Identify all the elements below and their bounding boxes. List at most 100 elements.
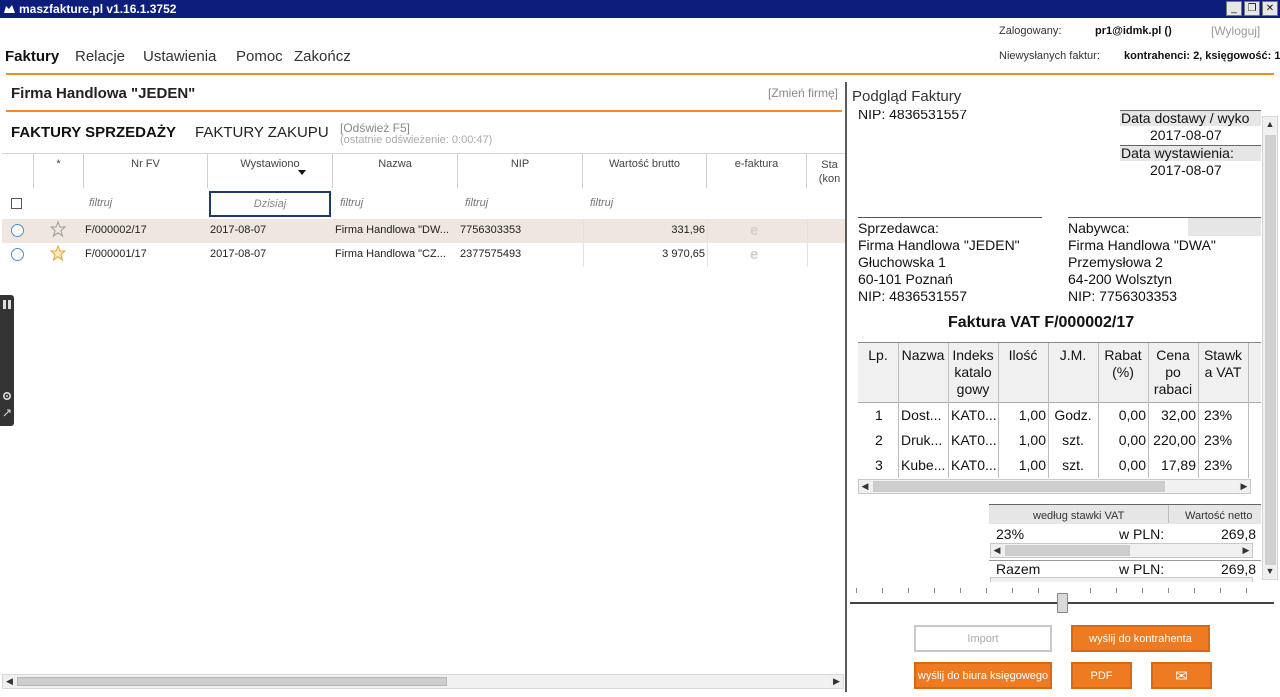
buyer-city: 64-200 Wolsztyn [1068,271,1173,287]
column-divider [1098,343,1099,404]
refresh-link[interactable]: [Odśwież F5] [340,121,410,135]
menu-zakoncz[interactable]: Zakończ [294,48,351,65]
filter-nip[interactable] [465,197,575,209]
items-header-index: Indeks katalo gowy [952,347,994,397]
items-horizontal-scrollbar[interactable]: ◀ ▶ [858,479,1251,494]
send-to-accounting-office-button[interactable]: wyślij do biura księgowego [914,662,1052,689]
slider-tick [1168,588,1169,593]
table-row[interactable]: F/000002/17 2017-08-07 Firma Handlowa "D… [2,219,846,243]
items-header-unit: J.M. [1059,347,1087,363]
table-row[interactable]: F/000001/17 2017-08-07 Firma Handlowa "C… [2,243,846,267]
buyer-header-shade [1188,218,1261,236]
window-title-bar: maszfakture.pl v1.16.1.3752 _ ❐ ✕ [0,0,1280,18]
grid-horizontal-scrollbar[interactable]: ◀ ▶ [2,674,844,689]
scroll-up-arrow-icon[interactable]: ▲ [1264,118,1276,131]
column-header-gross-value[interactable]: Wartość brutto [583,154,707,188]
logout-link[interactable]: [Wyloguj] [1211,24,1260,38]
total-horizontal-scrollbar[interactable] [990,577,1253,582]
change-company-link[interactable]: [Zmień firmę] [768,86,838,100]
item-index: KAT0... [951,432,997,448]
issue-date-value: 2017-08-07 [1150,162,1222,178]
summary-horizontal-scrollbar[interactable]: ◀ ▶ [990,543,1253,558]
scrollbar-thumb[interactable] [17,677,447,686]
column-header-e-invoice[interactable]: e-faktura [707,154,807,188]
scroll-left-arrow-icon[interactable]: ◀ [859,480,871,493]
delivery-date-label: Data dostawy / wyko [1121,110,1250,126]
preview-vertical-scrollbar[interactable]: ▲ ▼ [1262,116,1278,580]
filter-name[interactable] [340,197,450,209]
seller-label: Sprzedawca: [858,220,939,236]
items-header-discount: Rabat (%) [1104,347,1142,380]
scroll-right-arrow-icon[interactable]: ▶ [1238,480,1250,493]
items-header-vat: Stawk a VAT [1203,347,1243,380]
minimize-button[interactable]: _ [1226,1,1242,16]
column-header-nip[interactable]: NIP [458,154,583,188]
menu-faktury[interactable]: Faktury [5,48,59,65]
menu-pomoc[interactable]: Pomoc [236,48,283,65]
maximize-button[interactable]: ❐ [1244,1,1260,16]
company-divider [6,110,842,112]
menu-relacje[interactable]: Relacje [75,48,125,65]
tab-purchase-invoices[interactable]: FAKTURY ZAKUPU [195,124,329,141]
send-to-contractor-button[interactable]: wyślij do kontrahenta [1071,625,1210,652]
pane-splitter[interactable] [845,82,847,692]
summary-vat-rate: 23% [996,526,1025,542]
expand-icon[interactable] [3,409,11,417]
column-divider [998,343,999,404]
items-header-name: Nazwa [901,347,945,363]
side-toolbar[interactable] [0,295,14,426]
scroll-left-arrow-icon[interactable]: ◀ [991,544,1003,557]
tab-sales-invoices[interactable]: FAKTURY SPRZEDAŻY [11,124,176,141]
favorite-star-icon[interactable] [50,221,66,237]
gear-icon[interactable] [2,391,12,401]
item-unit: szt. [1062,457,1084,473]
scrollbar-thumb[interactable] [1265,135,1276,565]
scroll-right-arrow-icon[interactable]: ▶ [1240,544,1252,557]
row-select-radio[interactable] [11,248,24,261]
scroll-down-arrow-icon[interactable]: ▼ [1264,565,1276,578]
select-all-checkbox[interactable] [11,198,22,209]
scroll-right-arrow-icon[interactable]: ▶ [830,675,843,688]
import-button[interactable]: Import [914,625,1052,652]
pause-icon[interactable] [3,300,11,309]
column-header-name[interactable]: Nazwa [333,154,458,188]
menu-ustawienia[interactable]: Ustawienia [143,48,216,65]
scrollbar-thumb[interactable] [873,481,1165,492]
filter-nr-fv[interactable] [89,197,199,209]
column-divider [707,219,708,243]
filter-gross-value[interactable] [590,197,700,209]
pdf-button[interactable]: PDF [1071,662,1132,689]
slider-tick [1246,588,1247,593]
item-price: 220,00 [1153,432,1196,448]
email-button[interactable]: ✉ [1151,662,1212,689]
filter-row [2,189,846,219]
items-header-lp: Lp. [868,347,888,363]
invoice-preview: NIP: 4836531557 Data dostawy / wyko 2017… [848,110,1261,582]
column-header-status[interactable]: Sta (kon [807,154,846,188]
item-index: KAT0... [951,457,997,473]
zoom-slider-thumb[interactable] [1057,593,1068,613]
column-divider [1098,403,1099,478]
item-unit: szt. [1062,432,1084,448]
seller-street: Głuchowska 1 [858,254,946,270]
item-unit: Godz. [1054,407,1092,423]
column-header-favorite[interactable]: * [34,154,84,188]
column-divider [583,243,584,267]
column-header-issued[interactable]: Wystawiono [208,154,333,188]
slider-tick [960,588,961,593]
row-select-radio[interactable] [11,224,24,237]
scrollbar-thumb[interactable] [1005,545,1130,556]
slider-tick [986,588,987,593]
column-divider [898,403,899,478]
logged-in-user: pr1@idmk.pl () [1095,25,1172,37]
buyer-street: Przemysłowa 2 [1068,254,1163,270]
seller-city: 60-101 Poznań [858,271,953,287]
favorite-star-icon[interactable] [50,245,66,261]
filter-issued-date[interactable] [209,191,331,217]
summary-net-value: 269,8 [1221,526,1257,542]
column-header-select [2,154,34,188]
slider-tick [1142,588,1143,593]
scroll-left-arrow-icon[interactable]: ◀ [3,675,16,688]
close-window-button[interactable]: ✕ [1262,1,1278,16]
column-header-nr-fv[interactable]: Nr FV [84,154,208,188]
